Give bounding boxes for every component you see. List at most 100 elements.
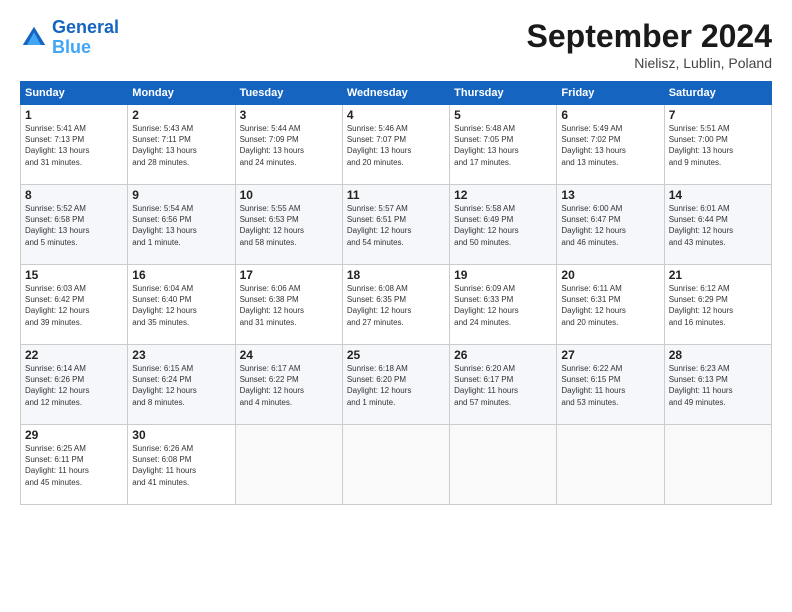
calendar-cell: 3Sunrise: 5:44 AM Sunset: 7:09 PM Daylig… — [235, 105, 342, 185]
logo: GeneralBlue — [20, 18, 119, 58]
calendar-cell: 30Sunrise: 6:26 AM Sunset: 6:08 PM Dayli… — [128, 425, 235, 505]
calendar-cell: 10Sunrise: 5:55 AM Sunset: 6:53 PM Dayli… — [235, 185, 342, 265]
weekday-header: Tuesday — [235, 82, 342, 105]
calendar-cell: 29Sunrise: 6:25 AM Sunset: 6:11 PM Dayli… — [21, 425, 128, 505]
calendar-week-row: 15Sunrise: 6:03 AM Sunset: 6:42 PM Dayli… — [21, 265, 772, 345]
calendar-cell: 23Sunrise: 6:15 AM Sunset: 6:24 PM Dayli… — [128, 345, 235, 425]
calendar-cell: 28Sunrise: 6:23 AM Sunset: 6:13 PM Dayli… — [664, 345, 771, 425]
day-info: Sunrise: 5:55 AM Sunset: 6:53 PM Dayligh… — [240, 203, 338, 248]
day-info: Sunrise: 6:11 AM Sunset: 6:31 PM Dayligh… — [561, 283, 659, 328]
calendar-cell: 18Sunrise: 6:08 AM Sunset: 6:35 PM Dayli… — [342, 265, 449, 345]
calendar-cell: 11Sunrise: 5:57 AM Sunset: 6:51 PM Dayli… — [342, 185, 449, 265]
day-info: Sunrise: 6:01 AM Sunset: 6:44 PM Dayligh… — [669, 203, 767, 248]
day-info: Sunrise: 6:08 AM Sunset: 6:35 PM Dayligh… — [347, 283, 445, 328]
calendar-cell: 5Sunrise: 5:48 AM Sunset: 7:05 PM Daylig… — [450, 105, 557, 185]
title-block: September 2024 Nielisz, Lublin, Poland — [527, 18, 772, 71]
calendar-cell: 25Sunrise: 6:18 AM Sunset: 6:20 PM Dayli… — [342, 345, 449, 425]
day-number: 27 — [561, 348, 659, 362]
calendar: SundayMondayTuesdayWednesdayThursdayFrid… — [20, 81, 772, 505]
calendar-cell: 15Sunrise: 6:03 AM Sunset: 6:42 PM Dayli… — [21, 265, 128, 345]
day-number: 6 — [561, 108, 659, 122]
header: GeneralBlue September 2024 Nielisz, Lubl… — [20, 18, 772, 71]
day-number: 17 — [240, 268, 338, 282]
day-number: 26 — [454, 348, 552, 362]
day-number: 25 — [347, 348, 445, 362]
day-number: 30 — [132, 428, 230, 442]
calendar-cell: 8Sunrise: 5:52 AM Sunset: 6:58 PM Daylig… — [21, 185, 128, 265]
day-number: 19 — [454, 268, 552, 282]
day-info: Sunrise: 5:41 AM Sunset: 7:13 PM Dayligh… — [25, 123, 123, 168]
day-number: 22 — [25, 348, 123, 362]
day-info: Sunrise: 6:15 AM Sunset: 6:24 PM Dayligh… — [132, 363, 230, 408]
day-info: Sunrise: 6:00 AM Sunset: 6:47 PM Dayligh… — [561, 203, 659, 248]
day-number: 8 — [25, 188, 123, 202]
day-info: Sunrise: 5:52 AM Sunset: 6:58 PM Dayligh… — [25, 203, 123, 248]
day-info: Sunrise: 6:17 AM Sunset: 6:22 PM Dayligh… — [240, 363, 338, 408]
logo-icon — [20, 24, 48, 52]
day-number: 4 — [347, 108, 445, 122]
day-number: 16 — [132, 268, 230, 282]
calendar-cell: 16Sunrise: 6:04 AM Sunset: 6:40 PM Dayli… — [128, 265, 235, 345]
day-info: Sunrise: 5:54 AM Sunset: 6:56 PM Dayligh… — [132, 203, 230, 248]
calendar-cell: 7Sunrise: 5:51 AM Sunset: 7:00 PM Daylig… — [664, 105, 771, 185]
day-number: 24 — [240, 348, 338, 362]
day-info: Sunrise: 6:03 AM Sunset: 6:42 PM Dayligh… — [25, 283, 123, 328]
calendar-cell — [235, 425, 342, 505]
day-number: 20 — [561, 268, 659, 282]
calendar-cell: 6Sunrise: 5:49 AM Sunset: 7:02 PM Daylig… — [557, 105, 664, 185]
calendar-cell — [342, 425, 449, 505]
day-number: 14 — [669, 188, 767, 202]
day-number: 3 — [240, 108, 338, 122]
calendar-cell: 21Sunrise: 6:12 AM Sunset: 6:29 PM Dayli… — [664, 265, 771, 345]
day-number: 13 — [561, 188, 659, 202]
calendar-cell: 2Sunrise: 5:43 AM Sunset: 7:11 PM Daylig… — [128, 105, 235, 185]
day-number: 1 — [25, 108, 123, 122]
day-info: Sunrise: 5:44 AM Sunset: 7:09 PM Dayligh… — [240, 123, 338, 168]
calendar-cell: 22Sunrise: 6:14 AM Sunset: 6:26 PM Dayli… — [21, 345, 128, 425]
calendar-cell: 27Sunrise: 6:22 AM Sunset: 6:15 PM Dayli… — [557, 345, 664, 425]
calendar-cell: 13Sunrise: 6:00 AM Sunset: 6:47 PM Dayli… — [557, 185, 664, 265]
day-info: Sunrise: 6:04 AM Sunset: 6:40 PM Dayligh… — [132, 283, 230, 328]
day-number: 21 — [669, 268, 767, 282]
day-info: Sunrise: 6:06 AM Sunset: 6:38 PM Dayligh… — [240, 283, 338, 328]
day-info: Sunrise: 5:43 AM Sunset: 7:11 PM Dayligh… — [132, 123, 230, 168]
day-number: 23 — [132, 348, 230, 362]
calendar-cell: 26Sunrise: 6:20 AM Sunset: 6:17 PM Dayli… — [450, 345, 557, 425]
calendar-cell: 4Sunrise: 5:46 AM Sunset: 7:07 PM Daylig… — [342, 105, 449, 185]
day-number: 9 — [132, 188, 230, 202]
weekday-header: Friday — [557, 82, 664, 105]
calendar-week-row: 8Sunrise: 5:52 AM Sunset: 6:58 PM Daylig… — [21, 185, 772, 265]
day-number: 29 — [25, 428, 123, 442]
day-info: Sunrise: 6:14 AM Sunset: 6:26 PM Dayligh… — [25, 363, 123, 408]
day-info: Sunrise: 5:46 AM Sunset: 7:07 PM Dayligh… — [347, 123, 445, 168]
day-info: Sunrise: 5:58 AM Sunset: 6:49 PM Dayligh… — [454, 203, 552, 248]
calendar-week-row: 29Sunrise: 6:25 AM Sunset: 6:11 PM Dayli… — [21, 425, 772, 505]
day-number: 5 — [454, 108, 552, 122]
calendar-cell: 24Sunrise: 6:17 AM Sunset: 6:22 PM Dayli… — [235, 345, 342, 425]
day-number: 2 — [132, 108, 230, 122]
day-info: Sunrise: 6:18 AM Sunset: 6:20 PM Dayligh… — [347, 363, 445, 408]
weekday-header: Monday — [128, 82, 235, 105]
day-info: Sunrise: 5:57 AM Sunset: 6:51 PM Dayligh… — [347, 203, 445, 248]
day-info: Sunrise: 6:23 AM Sunset: 6:13 PM Dayligh… — [669, 363, 767, 408]
calendar-cell — [557, 425, 664, 505]
location: Nielisz, Lublin, Poland — [527, 55, 772, 71]
calendar-cell: 12Sunrise: 5:58 AM Sunset: 6:49 PM Dayli… — [450, 185, 557, 265]
day-info: Sunrise: 6:22 AM Sunset: 6:15 PM Dayligh… — [561, 363, 659, 408]
weekday-header: Wednesday — [342, 82, 449, 105]
calendar-cell — [450, 425, 557, 505]
day-info: Sunrise: 6:26 AM Sunset: 6:08 PM Dayligh… — [132, 443, 230, 488]
day-info: Sunrise: 6:20 AM Sunset: 6:17 PM Dayligh… — [454, 363, 552, 408]
day-number: 18 — [347, 268, 445, 282]
calendar-cell: 14Sunrise: 6:01 AM Sunset: 6:44 PM Dayli… — [664, 185, 771, 265]
weekday-header: Thursday — [450, 82, 557, 105]
day-info: Sunrise: 6:12 AM Sunset: 6:29 PM Dayligh… — [669, 283, 767, 328]
day-info: Sunrise: 5:48 AM Sunset: 7:05 PM Dayligh… — [454, 123, 552, 168]
calendar-cell: 1Sunrise: 5:41 AM Sunset: 7:13 PM Daylig… — [21, 105, 128, 185]
day-info: Sunrise: 6:25 AM Sunset: 6:11 PM Dayligh… — [25, 443, 123, 488]
day-number: 11 — [347, 188, 445, 202]
month-title: September 2024 — [527, 18, 772, 55]
day-info: Sunrise: 5:49 AM Sunset: 7:02 PM Dayligh… — [561, 123, 659, 168]
day-number: 28 — [669, 348, 767, 362]
weekday-header: Sunday — [21, 82, 128, 105]
